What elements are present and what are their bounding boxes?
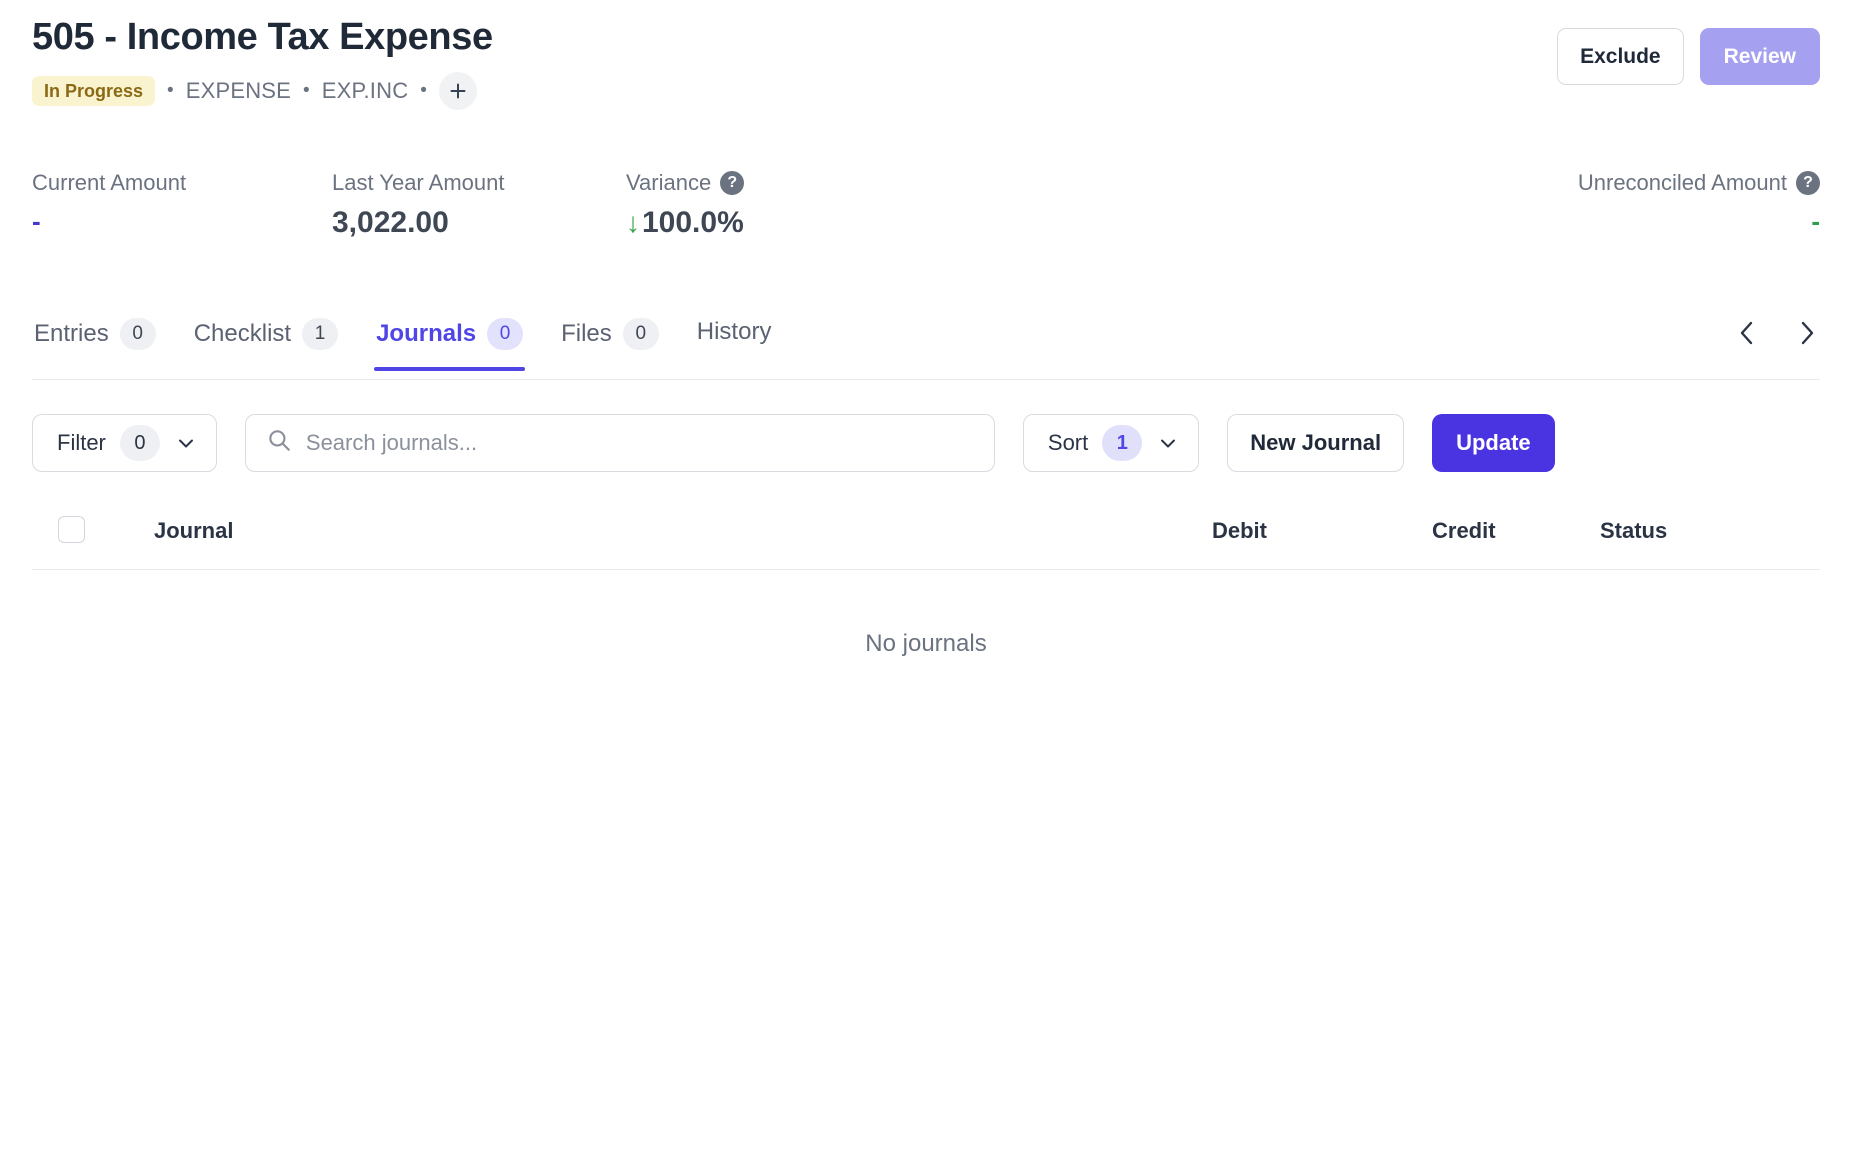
previous-button[interactable] bbox=[1734, 318, 1760, 348]
arrow-down-icon: ↓ bbox=[626, 206, 640, 238]
tab-entries-label: Entries bbox=[34, 319, 109, 347]
search-journals-box[interactable] bbox=[244, 413, 995, 472]
plus-icon bbox=[450, 83, 466, 98]
tab-files-badge: 0 bbox=[622, 317, 659, 350]
metric-variance: Variance ? ↓100.0% bbox=[626, 169, 745, 240]
journals-table: Journal Debit Credit Status No journals bbox=[32, 512, 1820, 658]
tab-journals-badge: 0 bbox=[487, 317, 524, 350]
account-type-label: EXPENSE bbox=[185, 77, 292, 103]
filter-count-badge: 0 bbox=[119, 424, 160, 461]
tabs-bar: Entries 0 Checklist 1 Journals 0 Files 0… bbox=[32, 314, 1820, 380]
tab-journals-label: Journals bbox=[376, 319, 477, 347]
chevron-right-icon bbox=[1801, 321, 1814, 344]
next-button[interactable] bbox=[1794, 318, 1820, 348]
metric-last-year-amount-value: 3,022.00 bbox=[332, 205, 449, 239]
metric-unreconciled-label-text: Unreconciled Amount bbox=[1577, 169, 1787, 195]
filter-label: Filter bbox=[57, 429, 106, 455]
add-tag-button[interactable] bbox=[438, 71, 477, 110]
chevron-down-icon bbox=[1156, 431, 1180, 455]
meta-separator-1: • bbox=[167, 80, 174, 101]
sort-dropdown[interactable]: Sort 1 bbox=[1022, 413, 1200, 472]
exclude-button[interactable]: Exclude bbox=[1557, 28, 1684, 85]
column-header-journal: Journal bbox=[154, 517, 234, 543]
metric-unreconciled-amount: Unreconciled Amount ? - bbox=[1578, 170, 1820, 237]
tab-entries-badge: 0 bbox=[119, 317, 156, 350]
tab-files[interactable]: Files 0 bbox=[559, 314, 661, 370]
journals-toolbar: Filter 0 Sort 1 bbox=[32, 413, 1820, 472]
tabs-list: Entries 0 Checklist 1 Journals 0 Files 0… bbox=[32, 314, 1820, 379]
metric-last-year-amount-label: Last Year Amount bbox=[332, 169, 505, 195]
metric-current-amount-value: - bbox=[32, 205, 41, 236]
meta-separator-3: • bbox=[420, 80, 427, 101]
metric-current-amount-label: Current Amount bbox=[32, 169, 187, 195]
tab-checklist-badge: 1 bbox=[302, 317, 339, 350]
select-all-checkbox[interactable] bbox=[58, 515, 85, 543]
column-header-debit: Debit bbox=[1212, 517, 1267, 543]
page-header: 505 - Income Tax Expense In Progress • E… bbox=[32, 0, 1820, 110]
header-actions: Exclude Review bbox=[1557, 28, 1820, 85]
review-button[interactable]: Review bbox=[1699, 28, 1820, 85]
tab-history-label: History bbox=[696, 317, 772, 345]
empty-state-message: No journals bbox=[865, 629, 987, 657]
chevron-left-icon bbox=[1740, 321, 1753, 344]
update-button[interactable]: Update bbox=[1432, 413, 1555, 472]
meta-separator-2: • bbox=[303, 80, 310, 101]
column-header-status: Status bbox=[1600, 517, 1668, 543]
tab-checklist-label: Checklist bbox=[193, 319, 292, 347]
chevron-down-icon bbox=[174, 431, 198, 455]
page-meta-row: In Progress • EXPENSE • EXP.INC • bbox=[32, 71, 1820, 110]
tab-history[interactable]: History bbox=[695, 314, 774, 366]
metric-variance-value: ↓100.0% bbox=[626, 206, 744, 240]
filter-dropdown[interactable]: Filter 0 bbox=[32, 413, 217, 472]
account-code-label: EXP.INC bbox=[321, 77, 409, 103]
search-icon bbox=[266, 427, 292, 458]
journals-table-header: Journal Debit Credit Status bbox=[32, 512, 1820, 570]
question-mark-icon[interactable]: ? bbox=[720, 170, 745, 195]
metric-variance-percent: 100.0% bbox=[642, 205, 744, 239]
new-journal-button[interactable]: New Journal bbox=[1227, 413, 1405, 472]
column-header-credit: Credit bbox=[1432, 517, 1496, 543]
metrics-row: Current Amount - Last Year Amount 3,022.… bbox=[32, 170, 1820, 262]
sort-label: Sort bbox=[1047, 429, 1089, 455]
metric-unreconciled-amount-label: Unreconciled Amount ? bbox=[1578, 170, 1820, 196]
sort-count-badge: 1 bbox=[1102, 424, 1143, 461]
metric-variance-label-text: Variance bbox=[626, 169, 712, 195]
tab-navigation bbox=[1734, 318, 1820, 348]
tab-journals[interactable]: Journals 0 bbox=[374, 314, 526, 371]
tab-entries[interactable]: Entries 0 bbox=[32, 314, 158, 370]
metric-variance-label: Variance ? bbox=[626, 169, 745, 196]
tab-checklist[interactable]: Checklist 1 bbox=[192, 314, 340, 370]
metric-current-amount: Current Amount - bbox=[32, 170, 186, 237]
question-mark-icon[interactable]: ? bbox=[1796, 170, 1820, 195]
status-badge: In Progress bbox=[32, 75, 156, 106]
metric-last-year-amount: Last Year Amount 3,022.00 bbox=[332, 170, 504, 240]
account-detail-page: 505 - Income Tax Expense In Progress • E… bbox=[0, 0, 1852, 1156]
search-input[interactable] bbox=[305, 429, 974, 456]
tab-files-label: Files bbox=[561, 319, 612, 347]
page-title: 505 - Income Tax Expense bbox=[32, 16, 493, 58]
metric-unreconciled-amount-value: - bbox=[1811, 205, 1820, 236]
